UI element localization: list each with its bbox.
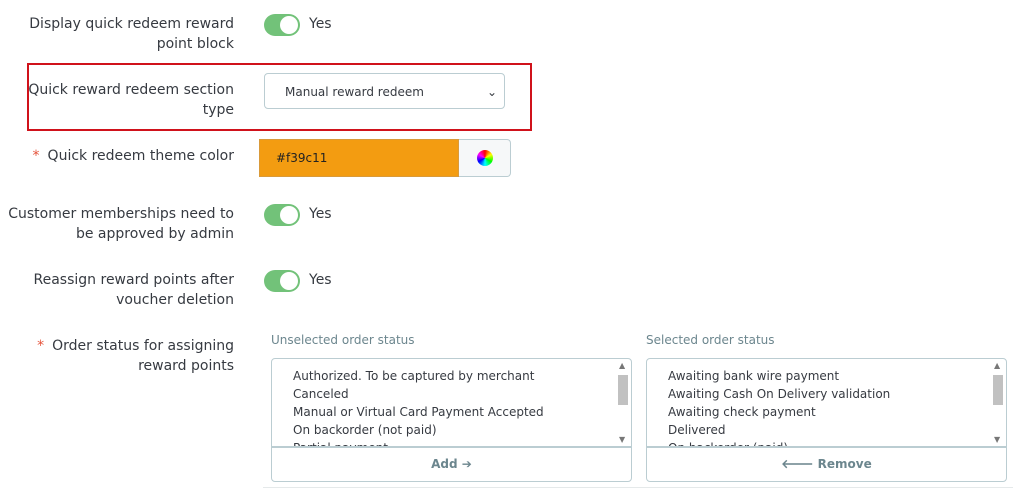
list-item[interactable]: On backorder (not paid)	[293, 421, 631, 439]
scrollbar[interactable]: ▲ ▼	[992, 361, 1004, 444]
list-item[interactable]: Manual or Virtual Card Payment Accepted	[293, 403, 631, 421]
display-block-label: Display quick redeem reward point block	[29, 16, 234, 52]
display-block-value: Yes	[309, 16, 332, 32]
memberships-label: Customer memberships need to be approved…	[8, 206, 234, 242]
display-block-toggle[interactable]	[264, 14, 300, 36]
list-item[interactable]: Awaiting check payment	[668, 403, 1006, 421]
reassign-value: Yes	[309, 272, 332, 288]
divider	[263, 487, 1013, 488]
theme-color-label-text: Quick redeem theme color	[47, 148, 234, 164]
unselected-title: Unselected order status	[271, 333, 415, 347]
memberships-toggle[interactable]	[264, 204, 300, 226]
list-item[interactable]: Authorized. To be captured by merchant	[293, 367, 631, 385]
list-item[interactable]: Awaiting Cash On Delivery validation	[668, 385, 1006, 403]
selected-title: Selected order status	[646, 333, 775, 347]
theme-color-label: * Quick redeem theme color	[4, 146, 234, 166]
list-item[interactable]: Delivered	[668, 421, 1006, 439]
order-status-label: * Order status for assigning reward point…	[4, 336, 234, 376]
remove-button[interactable]: 🡐 Remove	[646, 447, 1007, 482]
selected-list[interactable]: Awaiting bank wire payment Awaiting Cash…	[646, 358, 1007, 447]
section-type-label: Quick reward redeem section type	[28, 82, 234, 118]
add-button[interactable]: Add ➔	[271, 447, 632, 482]
scrollbar[interactable]: ▲ ▼	[617, 361, 629, 444]
theme-color-input[interactable]: #f39c11	[259, 139, 459, 177]
list-item[interactable]: Awaiting bank wire payment	[668, 367, 1006, 385]
reassign-toggle[interactable]	[264, 270, 300, 292]
chevron-down-icon: ⌄	[486, 85, 497, 99]
list-item[interactable]: On backorder (paid)	[668, 439, 1006, 446]
section-type-select[interactable]: Manual reward redeem ⌄	[264, 73, 505, 109]
list-item[interactable]: Partial payment	[293, 439, 631, 446]
order-status-label-text: Order status for assigning reward points	[52, 338, 234, 374]
list-item[interactable]: Canceled	[293, 385, 631, 403]
color-picker-button[interactable]	[459, 139, 511, 177]
required-marker: *	[37, 338, 45, 354]
unselected-list[interactable]: Authorized. To be captured by merchant C…	[271, 358, 632, 447]
required-marker: *	[32, 148, 40, 164]
section-type-value: Manual reward redeem	[285, 85, 424, 99]
memberships-value: Yes	[309, 206, 332, 222]
reassign-label: Reassign reward points after voucher del…	[33, 272, 234, 308]
color-wheel-icon	[477, 150, 493, 166]
